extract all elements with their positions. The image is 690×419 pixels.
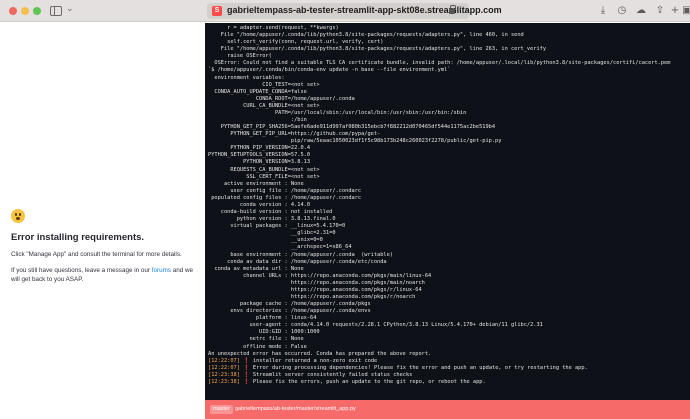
terminal-line: base environment : /home/appuser/.conda … xyxy=(208,251,393,258)
terminal-line: CONDA_AUTO_UPDATE_CONDA=false xyxy=(208,88,307,95)
terminal-line: conda av metadata url : None xyxy=(208,265,304,272)
terminal-log[interactable]: r = adapter.send(request, **kwargs) File… xyxy=(205,23,690,400)
exclamation-icon: ❗️ xyxy=(239,357,250,364)
terminal-line: conda version : 4.14.0 xyxy=(208,201,311,208)
terminal-line: PATH=/usr/local/sbin:/usr/local/bin:/usr… xyxy=(208,109,467,116)
branch-badge: master xyxy=(210,405,233,414)
close-window-button[interactable] xyxy=(9,7,17,15)
error-instructions: Click "Manage App" and consult the termi… xyxy=(11,251,182,258)
terminal-line: CURL_CA_BUNDLE=<not set> xyxy=(208,102,320,109)
title-bar: ⌄ S gabrieltempass-ab-tester-streamlit-a… xyxy=(0,0,690,22)
terminal-line: raise OSError( xyxy=(208,53,272,60)
history-icon[interactable]: ◷ xyxy=(615,4,629,18)
sad-face-icon xyxy=(11,209,25,223)
terminal-line: https://repo.anaconda.com/pkgs/r/noarch xyxy=(208,293,416,300)
terminal-line: offline mode : False xyxy=(208,343,307,350)
lock-icon xyxy=(449,5,456,14)
terminal-line: __glibc=2.31=0 xyxy=(208,230,336,237)
log-message: Streamlit server consistently failed sta… xyxy=(249,371,413,378)
log-timestamp: [12:23:38] xyxy=(208,378,240,385)
error-help-text: If you still have questions, leave a mes… xyxy=(11,267,194,283)
terminal-line: An unexpected error has occurred. Conda … xyxy=(208,350,432,357)
favicon-icon: S xyxy=(212,6,222,16)
minimize-window-button[interactable] xyxy=(21,7,29,15)
log-message: installer returned a non-zero exit code xyxy=(249,357,378,364)
log-message: Please fix the errors, push an update to… xyxy=(249,378,486,385)
zoom-window-button[interactable] xyxy=(33,7,41,15)
terminal-line: package cache : /home/appuser/.conda/pkg… xyxy=(208,301,371,308)
tabs-overview-icon[interactable]: ▣ xyxy=(680,4,690,18)
terminal-line: OSError: Could not find a suitable TLS C… xyxy=(208,60,671,67)
terminal-line: CONDA_ROOT=/home/appuser/.conda xyxy=(208,95,355,102)
terminal-line: REQUESTS_CA_BUNDLE=<not set> xyxy=(208,166,320,173)
terminal-line: __archspec=1=x86_64 xyxy=(208,244,352,251)
terminal-line: `$ /home/appuser/.conda/bin/conda-env up… xyxy=(208,67,451,74)
exclamation-icon: ❗️ xyxy=(239,371,250,378)
terminal-line: PYTHON_SETUPTOOLS_VERSION=57.5.0 xyxy=(208,152,311,159)
terminal-line: https://repo.anaconda.com/pkgs/main/noar… xyxy=(208,279,425,286)
log-timestamp: [12:22:07] xyxy=(208,364,240,371)
terminal-line: active environment : None xyxy=(208,180,304,187)
terminal-output: r = adapter.send(request, **kwargs) File… xyxy=(208,25,670,386)
terminal-line: CIO_TEST=<not set> xyxy=(208,81,320,88)
more-icon[interactable]: ··· xyxy=(459,4,468,14)
terminal-line: envs directories : /home/appuser/.conda/… xyxy=(208,308,371,315)
log-entry: [12:22:07] ❗️ Error during processing de… xyxy=(208,365,670,372)
share-icon[interactable]: ⇪ xyxy=(653,4,667,18)
status-bar: master gabrieltempass/ab-tester/master/s… xyxy=(205,400,690,419)
terminal-line: conda-build version : not installed xyxy=(208,209,333,216)
log-timestamp: [12:23:38] xyxy=(208,371,240,378)
download-icon[interactable]: ⤓ xyxy=(596,4,610,18)
terminal-line: PYTHON_PIP_VERSION=22.0.4 xyxy=(208,145,311,152)
terminal-line: populated config files : /home/appuser/.… xyxy=(208,194,362,201)
terminal-line: File "/home/appuser/.conda/lib/python3.8… xyxy=(208,32,524,39)
cloud-icon[interactable]: ☁ xyxy=(634,4,648,18)
terminal-line: channel URLs : https://repo.anaconda.com… xyxy=(208,272,432,279)
log-entry: [12:22:07] ❗️ installer returned a non-z… xyxy=(208,358,670,365)
terminal-line: PYTHON_GET_PIP_SHA256=5aefe6ade911d997af… xyxy=(208,124,496,131)
log-entry: [12:23:38] ❗️ Streamlit server consisten… xyxy=(208,372,670,379)
forums-link[interactable]: forums xyxy=(152,267,171,274)
terminal-line: pip/raw/5eaac1050023df1f5c98b173b248c260… xyxy=(208,138,502,145)
terminal-line: platform : linux-64 xyxy=(208,315,317,322)
sidebar-icon[interactable] xyxy=(50,6,62,16)
terminal-line: PYTHON_VERSION=3.8.13 xyxy=(208,159,311,166)
exclamation-icon: ❗️ xyxy=(239,378,250,385)
terminal-line: __unix=0=0 xyxy=(208,237,323,244)
exclamation-icon: ❗️ xyxy=(239,364,250,371)
address-bar[interactable]: S gabrieltempass-ab-tester-streamlit-app… xyxy=(207,3,502,19)
terminal-line: python version : 3.8.13.final.0 xyxy=(208,216,336,223)
terminal-line: environment variables: xyxy=(208,74,285,81)
terminal-line: user-agent : conda/4.14.0 requests/2.28.… xyxy=(208,322,543,329)
terminal-line: :/bin xyxy=(208,117,307,124)
terminal-line: File "/home/appuser/.conda/lib/python3.8… xyxy=(208,46,547,53)
terminal-line: PYTHON_GET_PIP_URL=https://github.com/py… xyxy=(208,131,381,138)
terminal-line: user config file : /home/appuser/.condar… xyxy=(208,187,362,194)
terminal-line: https://repo.anaconda.com/pkgs/r/linux-6… xyxy=(208,286,422,293)
terminal-line: virtual packages : __linux=5.4.170=0 xyxy=(208,223,346,230)
log-timestamp: [12:22:07] xyxy=(208,357,240,364)
terminal-line: UID:GID : 1000:1000 xyxy=(208,329,320,336)
log-entry: [12:23:38] ❗️ Please fix the errors, pus… xyxy=(208,379,670,386)
error-title: Error installing requirements. xyxy=(11,232,145,243)
terminal-line: SSL_CERT_FILE=<not set> xyxy=(208,173,320,180)
terminal-line: self.cert_verify(conn, request.url, veri… xyxy=(208,39,384,46)
terminal-line: conda av data dir : /home/appuser/.conda… xyxy=(208,258,387,265)
chevron-down-icon[interactable]: ⌄ xyxy=(66,4,74,14)
terminal-line: r = adapter.send(request, **kwargs) xyxy=(208,25,339,31)
log-message: Error during processing dependencies! Pl… xyxy=(249,364,588,371)
error-panel: Error installing requirements. Click "Ma… xyxy=(0,23,205,419)
browser-window: ⌄ S gabrieltempass-ab-tester-streamlit-a… xyxy=(0,0,690,419)
terminal-line: netrc file : None xyxy=(208,336,304,343)
repo-path: gabrieltempass/ab-tester/master/streamli… xyxy=(235,406,356,412)
